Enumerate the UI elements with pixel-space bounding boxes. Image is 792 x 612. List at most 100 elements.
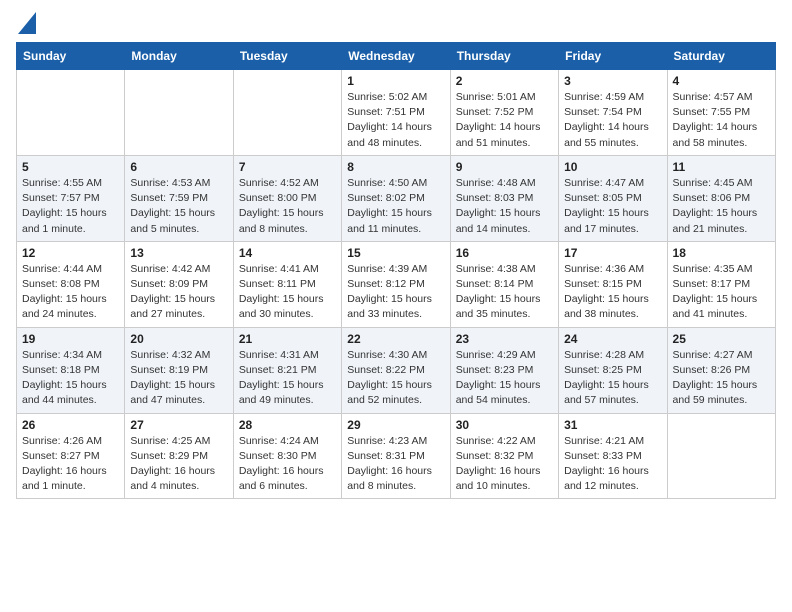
day-number: 31 [564,418,661,432]
day-info: Sunrise: 5:01 AMSunset: 7:52 PMDaylight:… [456,90,553,151]
day-cell: 8Sunrise: 4:50 AMSunset: 8:02 PMDaylight… [342,155,450,241]
day-number: 3 [564,74,661,88]
day-cell: 26 Sunrise: 4:26 AMSunset: 8:27 PMDayligh… [17,413,125,499]
day-number: 7 [239,160,336,174]
day-cell: 12Sunrise: 4:44 AMSunset: 8:08 PMDayligh… [17,241,125,327]
day-info: Sunrise: 5:02 AMSunset: 7:51 PMDaylight:… [347,90,444,151]
day-cell [17,70,125,156]
day-number: 2 [456,74,553,88]
weekday-header-thursday: Thursday [450,43,558,70]
day-info: Sunrise: 4:28 AMSunset: 8:25 PMDaylight:… [564,348,661,409]
day-info: Sunrise: 4:38 AMSunset: 8:14 PMDaylight:… [456,262,553,323]
day-info: Sunrise: 4:23 AMSunset: 8:31 PMDaylight:… [347,434,444,495]
day-info: Sunrise: 4:27 AMSunset: 8:26 PMDaylight:… [673,348,770,409]
day-number: 5 [22,160,119,174]
day-cell: 2 Sunrise: 5:01 AMSunset: 7:52 PMDaylight… [450,70,558,156]
day-cell: 18Sunrise: 4:35 AMSunset: 8:17 PMDayligh… [667,241,775,327]
day-number: 10 [564,160,661,174]
day-info: Sunrise: 4:59 AMSunset: 7:54 PMDaylight:… [564,90,661,151]
weekday-header-wednesday: Wednesday [342,43,450,70]
day-cell: 22Sunrise: 4:30 AMSunset: 8:22 PMDayligh… [342,327,450,413]
day-cell [125,70,233,156]
day-cell: 5Sunrise: 4:55 AMSunset: 7:57 PMDaylight… [17,155,125,241]
day-cell: 20 Sunrise: 4:32 AMSunset: 8:19 PMDayligh… [125,327,233,413]
day-info: Sunrise: 4:50 AMSunset: 8:02 PMDaylight:… [347,176,444,237]
day-cell: 29 Sunrise: 4:23 AMSunset: 8:31 PMDayligh… [342,413,450,499]
day-info: Sunrise: 4:22 AMSunset: 8:32 PMDaylight:… [456,434,553,495]
day-number: 20 [130,332,227,346]
day-info: Sunrise: 4:41 AMSunset: 8:11 PMDaylight:… [239,262,336,323]
day-number: 14 [239,246,336,260]
week-row-4: 19 Sunrise: 4:34 AMSunset: 8:18 PMDayligh… [17,327,776,413]
day-number: 21 [239,332,336,346]
day-cell: 13 Sunrise: 4:42 AMSunset: 8:09 PMDayligh… [125,241,233,327]
day-cell [233,70,341,156]
day-cell: 16 Sunrise: 4:38 AMSunset: 8:14 PMDayligh… [450,241,558,327]
page-header [16,16,776,30]
day-info: Sunrise: 4:21 AMSunset: 8:33 PMDaylight:… [564,434,661,495]
day-number: 6 [130,160,227,174]
day-info: Sunrise: 4:53 AMSunset: 7:59 PMDaylight:… [130,176,227,237]
day-number: 24 [564,332,661,346]
logo [16,16,36,30]
week-row-2: 5Sunrise: 4:55 AMSunset: 7:57 PMDaylight… [17,155,776,241]
day-info: Sunrise: 4:29 AMSunset: 8:23 PMDaylight:… [456,348,553,409]
logo-bird-icon [18,12,36,34]
day-number: 27 [130,418,227,432]
weekday-header-row: SundayMondayTuesdayWednesdayThursdayFrid… [17,43,776,70]
day-cell: 7 Sunrise: 4:52 AMSunset: 8:00 PMDaylight… [233,155,341,241]
day-info: Sunrise: 4:26 AMSunset: 8:27 PMDaylight:… [22,434,119,495]
day-cell: 30 Sunrise: 4:22 AMSunset: 8:32 PMDayligh… [450,413,558,499]
day-cell: 11Sunrise: 4:45 AMSunset: 8:06 PMDayligh… [667,155,775,241]
day-cell: 21Sunrise: 4:31 AMSunset: 8:21 PMDayligh… [233,327,341,413]
day-info: Sunrise: 4:35 AMSunset: 8:17 PMDaylight:… [673,262,770,323]
day-cell: 15Sunrise: 4:39 AMSunset: 8:12 PMDayligh… [342,241,450,327]
weekday-header-monday: Monday [125,43,233,70]
weekday-header-saturday: Saturday [667,43,775,70]
day-cell: 10 Sunrise: 4:47 AMSunset: 8:05 PMDayligh… [559,155,667,241]
weekday-header-tuesday: Tuesday [233,43,341,70]
day-info: Sunrise: 4:57 AMSunset: 7:55 PMDaylight:… [673,90,770,151]
day-number: 12 [22,246,119,260]
day-info: Sunrise: 4:30 AMSunset: 8:22 PMDaylight:… [347,348,444,409]
day-number: 4 [673,74,770,88]
day-cell: 4 Sunrise: 4:57 AMSunset: 7:55 PMDaylight… [667,70,775,156]
day-cell: 1 Sunrise: 5:02 AMSunset: 7:51 PMDaylight… [342,70,450,156]
day-number: 29 [347,418,444,432]
day-info: Sunrise: 4:52 AMSunset: 8:00 PMDaylight:… [239,176,336,237]
day-cell: 27 Sunrise: 4:25 AMSunset: 8:29 PMDayligh… [125,413,233,499]
day-cell: 6 Sunrise: 4:53 AMSunset: 7:59 PMDaylight… [125,155,233,241]
day-info: Sunrise: 4:36 AMSunset: 8:15 PMDaylight:… [564,262,661,323]
day-info: Sunrise: 4:32 AMSunset: 8:19 PMDaylight:… [130,348,227,409]
day-number: 19 [22,332,119,346]
day-cell: 28 Sunrise: 4:24 AMSunset: 8:30 PMDayligh… [233,413,341,499]
day-number: 1 [347,74,444,88]
day-info: Sunrise: 4:25 AMSunset: 8:29 PMDaylight:… [130,434,227,495]
day-cell: 25 Sunrise: 4:27 AMSunset: 8:26 PMDayligh… [667,327,775,413]
day-cell: 9Sunrise: 4:48 AMSunset: 8:03 PMDaylight… [450,155,558,241]
day-info: Sunrise: 4:48 AMSunset: 8:03 PMDaylight:… [456,176,553,237]
weekday-header-friday: Friday [559,43,667,70]
weekday-header-sunday: Sunday [17,43,125,70]
calendar-table: SundayMondayTuesdayWednesdayThursdayFrid… [16,42,776,499]
day-number: 11 [673,160,770,174]
day-number: 26 [22,418,119,432]
day-number: 16 [456,246,553,260]
day-cell: 23Sunrise: 4:29 AMSunset: 8:23 PMDayligh… [450,327,558,413]
week-row-1: 1 Sunrise: 5:02 AMSunset: 7:51 PMDaylight… [17,70,776,156]
day-number: 17 [564,246,661,260]
day-cell: 3 Sunrise: 4:59 AMSunset: 7:54 PMDaylight… [559,70,667,156]
day-info: Sunrise: 4:24 AMSunset: 8:30 PMDaylight:… [239,434,336,495]
day-cell [667,413,775,499]
day-number: 15 [347,246,444,260]
day-info: Sunrise: 4:47 AMSunset: 8:05 PMDaylight:… [564,176,661,237]
day-info: Sunrise: 4:42 AMSunset: 8:09 PMDaylight:… [130,262,227,323]
day-cell: 31 Sunrise: 4:21 AMSunset: 8:33 PMDayligh… [559,413,667,499]
day-number: 30 [456,418,553,432]
day-cell: 19 Sunrise: 4:34 AMSunset: 8:18 PMDayligh… [17,327,125,413]
day-number: 13 [130,246,227,260]
day-number: 25 [673,332,770,346]
day-info: Sunrise: 4:34 AMSunset: 8:18 PMDaylight:… [22,348,119,409]
day-cell: 14 Sunrise: 4:41 AMSunset: 8:11 PMDayligh… [233,241,341,327]
day-number: 28 [239,418,336,432]
